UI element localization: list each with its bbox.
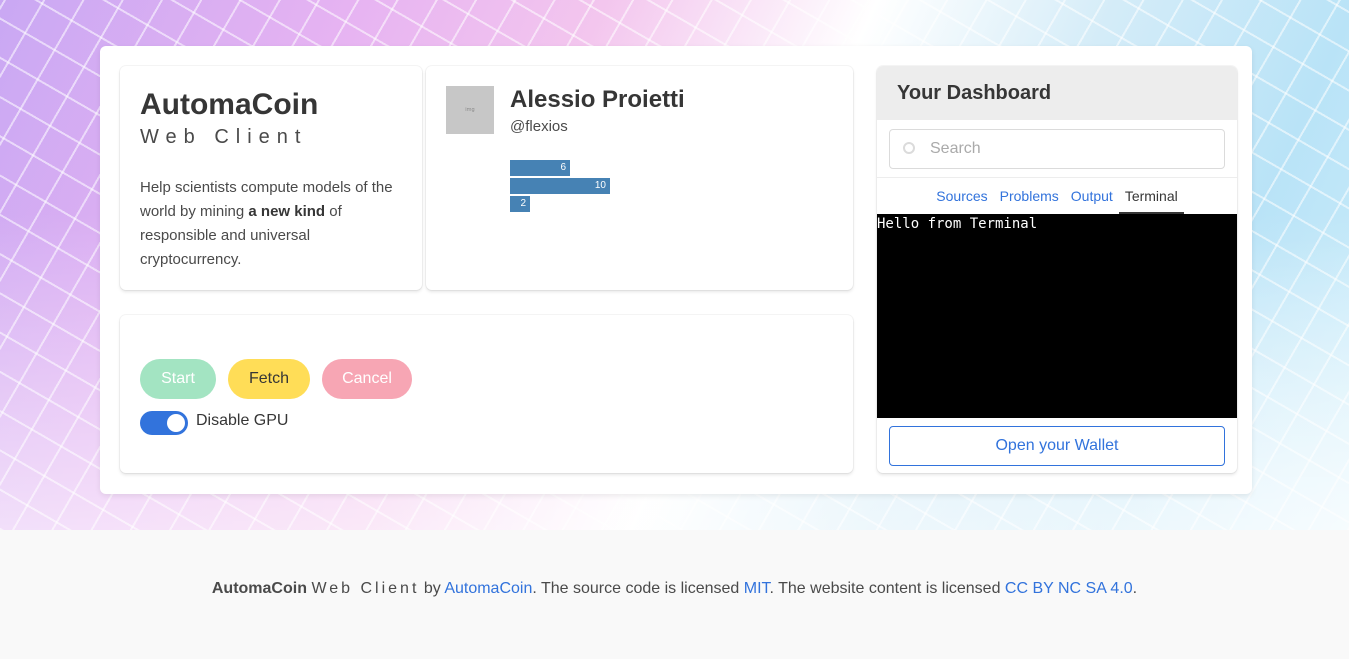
footer: AutomaCoin Web Client by AutomaCoin. The… (0, 530, 1349, 659)
chart-bar: 6 (510, 160, 570, 176)
dashboard-card: Your Dashboard Search Sources Problems Out… (877, 66, 1237, 473)
avatar: img (446, 86, 494, 134)
user-card: img Alessio Proietti @flexios 6 10 2 (426, 66, 853, 290)
chart-bar: 2 (510, 196, 530, 212)
controls-card: Start Fetch Cancel Disable GPU (120, 315, 853, 473)
brand-subtitle: Web Client (140, 126, 308, 148)
toggle-knob (167, 414, 185, 432)
tab-problems[interactable]: Problems (994, 178, 1065, 214)
avatar-alt-text: img (465, 107, 475, 113)
cancel-button[interactable]: Cancel (322, 359, 412, 399)
footer-by: by (419, 580, 445, 597)
footer-code-text: . The source code is licensed (532, 580, 744, 597)
brand-title: AutomaCoin (140, 88, 319, 121)
dashboard-tabs: Sources Problems Output Terminal (877, 178, 1237, 214)
terminal-output[interactable]: Hello from Terminal (877, 214, 1237, 418)
search-input[interactable]: Search (889, 129, 1225, 169)
dashboard-title: Your Dashboard (877, 66, 1237, 120)
brand-card: AutomaCoin Web Client Help scientists co… (120, 66, 422, 290)
tab-output[interactable]: Output (1065, 178, 1119, 214)
footer-mit-link[interactable]: MIT (744, 580, 770, 597)
gpu-toggle[interactable] (140, 411, 188, 435)
footer-end: . (1132, 580, 1138, 597)
brand-desc-bold: a new kind (248, 203, 326, 220)
gpu-toggle-label[interactable]: Disable GPU (196, 412, 288, 430)
footer-text: AutomaCoin Web Client by AutomaCoin. The… (0, 580, 1349, 598)
chart-bar: 10 (510, 178, 610, 194)
search-icon (903, 142, 915, 154)
user-handle: @flexios (510, 118, 568, 135)
footer-content-text: . The website content is licensed (769, 580, 1005, 597)
user-name: Alessio Proietti (510, 86, 685, 113)
tab-terminal[interactable]: Terminal (1118, 178, 1184, 214)
footer-author-link[interactable]: AutomaCoin (444, 580, 532, 597)
tab-sources[interactable]: Sources (930, 178, 993, 214)
footer-license-link[interactable]: CC BY NC SA 4.0 (1005, 580, 1133, 597)
start-button[interactable]: Start (140, 359, 216, 399)
brand-description: Help scientists compute models of the wo… (140, 176, 402, 272)
footer-brand: AutomaCoin (211, 580, 307, 597)
fetch-button[interactable]: Fetch (228, 359, 310, 399)
main-container: AutomaCoin Web Client Help scientists co… (100, 46, 1252, 494)
footer-brand-sub: Web Client (311, 580, 420, 597)
open-wallet-button[interactable]: Open your Wallet (889, 426, 1225, 466)
